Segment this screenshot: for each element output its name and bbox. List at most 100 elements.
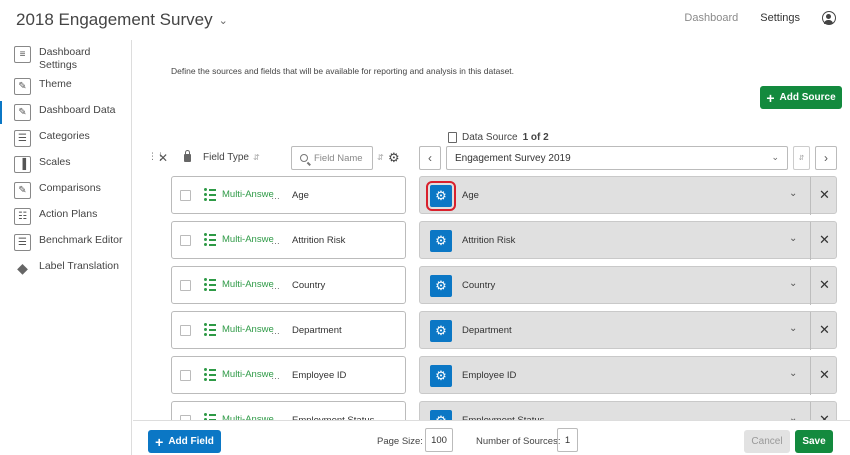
chevron-down-icon[interactable]: ⌄ [789, 233, 797, 244]
user-account-icon[interactable] [822, 11, 836, 25]
add-field-button[interactable]: + Add Field [148, 430, 221, 453]
source-mapping-card[interactable]: ⚙ Department ⌄ ✕ [419, 311, 837, 350]
list-icon: ☰ [14, 130, 31, 147]
clear-x-icon[interactable]: ✕ [158, 151, 168, 165]
add-source-button[interactable]: + Add Source [760, 86, 842, 109]
survey-title-dropdown[interactable]: 2018 Engagement Survey ⌄ [16, 10, 228, 30]
data-source-select[interactable]: Engagement Survey 2019 ⌄ [446, 146, 788, 170]
divider [810, 402, 811, 420]
field-settings-gear-icon[interactable]: ⚙ [430, 230, 452, 252]
field-settings-gear-icon[interactable]: ⚙ [430, 275, 452, 297]
mapped-field-name: Department [462, 325, 512, 336]
settings-gear-icon[interactable]: ⚙ [388, 150, 400, 166]
multi-answer-icon [204, 188, 216, 202]
row-checkbox[interactable] [180, 370, 191, 381]
cancel-button[interactable]: Cancel [744, 430, 790, 453]
multi-answer-icon [204, 278, 216, 292]
remove-x-icon[interactable]: ✕ [819, 277, 830, 293]
previous-source-button[interactable]: ‹ [419, 146, 441, 170]
field-type-value[interactable]: Multi-Answe [222, 189, 278, 200]
table-toolbar: ⋮⋮ ✕ Field Type ⇵ Field Name ⇵ ⚙ ‹ Engage… [148, 146, 848, 172]
field-type-value[interactable]: Multi-Answe [222, 279, 278, 290]
sidebar-item[interactable]: ▐ Scales [0, 153, 71, 176]
row-checkbox[interactable] [180, 190, 191, 201]
sidebar-item-label: Dashboard Settings [39, 46, 91, 71]
sidebar-item[interactable]: ≡ Dashboard Settings [0, 43, 90, 75]
field-card[interactable]: Multi-Answe… Employee ID [171, 356, 406, 394]
table-row: Multi-Answe…Employment Status⚙Employment… [133, 401, 850, 420]
top-nav: Dashboard Settings [684, 11, 836, 25]
chevron-down-icon[interactable]: ⌄ [789, 413, 797, 420]
save-button[interactable]: Save [795, 430, 833, 453]
field-name[interactable]: Country [292, 280, 325, 291]
field-name[interactable]: Age [292, 190, 309, 201]
sidebar-item-label: Categories [39, 130, 90, 142]
list-icon: ☰ [14, 234, 31, 251]
divider [810, 357, 811, 395]
field-type-value[interactable]: Multi-Answe [222, 369, 278, 380]
field-settings-gear-icon[interactable]: ⚙ [426, 181, 456, 211]
chevron-down-icon: ⌄ [218, 14, 228, 27]
ellipsis-icon: … [271, 281, 280, 291]
field-name[interactable]: Employee ID [292, 370, 346, 381]
remove-x-icon[interactable]: ✕ [819, 187, 830, 203]
number-of-sources-input[interactable]: 1 [557, 428, 578, 452]
remove-x-icon[interactable]: ✕ [819, 232, 830, 248]
row-checkbox[interactable] [180, 280, 191, 291]
source-mapping-card[interactable]: ⚙ Attrition Risk ⌄ ✕ [419, 221, 837, 260]
sidebar-item[interactable]: ☷ Action Plans [0, 205, 97, 228]
plus-icon: + [155, 433, 164, 450]
field-card[interactable]: Multi-Answe… Age [171, 176, 406, 214]
sort-icon[interactable]: ⇵ [377, 153, 384, 162]
sidebar-item[interactable]: ✎ Dashboard Data [0, 101, 115, 124]
field-name[interactable]: Attrition Risk [292, 235, 345, 246]
nav-dashboard-link[interactable]: Dashboard [684, 12, 738, 24]
sidebar-item[interactable]: ◆ Label Translation [0, 257, 119, 280]
plus-icon: + [766, 89, 775, 106]
source-mapping-card[interactable]: ⚙Employment Status⌄✕ [419, 401, 837, 420]
sidebar-item[interactable]: ☰ Benchmark Editor [0, 231, 122, 254]
drag-handle-icon[interactable]: ⋮⋮ [148, 152, 165, 164]
source-mapping-card[interactable]: ⚙ Country ⌄ ✕ [419, 266, 837, 305]
field-card[interactable]: Multi-Answe… Country [171, 266, 406, 304]
page-size-input[interactable]: 100 [425, 428, 453, 452]
field-type-header[interactable]: Field Type ⇵ [203, 152, 260, 163]
chevron-down-icon[interactable]: ⌄ [789, 323, 797, 334]
field-type-value[interactable]: Multi-Answe [222, 324, 278, 335]
sidebar-item[interactable]: ✎ Theme [0, 75, 72, 98]
remove-x-icon[interactable]: ✕ [819, 322, 830, 338]
chevron-down-icon[interactable]: ⌄ [789, 278, 797, 289]
chevron-down-icon[interactable]: ⌄ [789, 188, 797, 199]
table-row: Multi-Answe… Age ⚙ Age ⌄ ✕ [133, 176, 850, 215]
row-checkbox[interactable] [180, 235, 191, 246]
clipboard-icon: ☷ [14, 208, 31, 225]
field-settings-gear-icon[interactable]: ⚙ [430, 365, 452, 387]
footer-bar: + Add Field Page Size: 100 Number of Sou… [133, 420, 850, 455]
field-card[interactable]: Multi-Answe… Department [171, 311, 406, 349]
field-settings-gear-icon[interactable]: ⚙ [430, 410, 452, 420]
sidebar-item[interactable]: ☰ Categories [0, 127, 90, 150]
divider [810, 267, 811, 305]
row-checkbox[interactable] [180, 325, 191, 336]
field-type-value[interactable]: Multi-Answe [222, 234, 278, 245]
field-name[interactable]: Department [292, 325, 342, 336]
table-row: Multi-Answe… Department ⚙ Department ⌄ ✕ [133, 311, 850, 350]
field-name-search[interactable]: Field Name [291, 146, 373, 170]
sort-order-button[interactable]: ⇵ [793, 146, 810, 170]
sidebar-item[interactable]: ✎ Comparisons [0, 179, 101, 202]
field-card[interactable]: Multi-Answe…Employment Status [171, 401, 406, 420]
next-source-button[interactable]: › [815, 146, 837, 170]
remove-x-icon[interactable]: ✕ [819, 367, 830, 383]
lock-icon[interactable] [184, 150, 191, 162]
nav-settings-link[interactable]: Settings [760, 12, 800, 24]
source-mapping-card[interactable]: ⚙ Age ⌄ ✕ [419, 176, 837, 215]
field-card[interactable]: Multi-Answe… Attrition Risk [171, 221, 406, 259]
chevron-down-icon[interactable]: ⌄ [789, 368, 797, 379]
divider [810, 222, 811, 260]
mapped-field-name: Attrition Risk [462, 235, 516, 246]
app-header: 2018 Engagement Survey ⌄ Dashboard Setti… [0, 0, 850, 40]
field-settings-gear-icon[interactable]: ⚙ [430, 320, 452, 342]
data-source-label: Data Source [462, 132, 518, 143]
remove-x-icon[interactable]: ✕ [819, 412, 830, 420]
source-mapping-card[interactable]: ⚙ Employee ID ⌄ ✕ [419, 356, 837, 395]
